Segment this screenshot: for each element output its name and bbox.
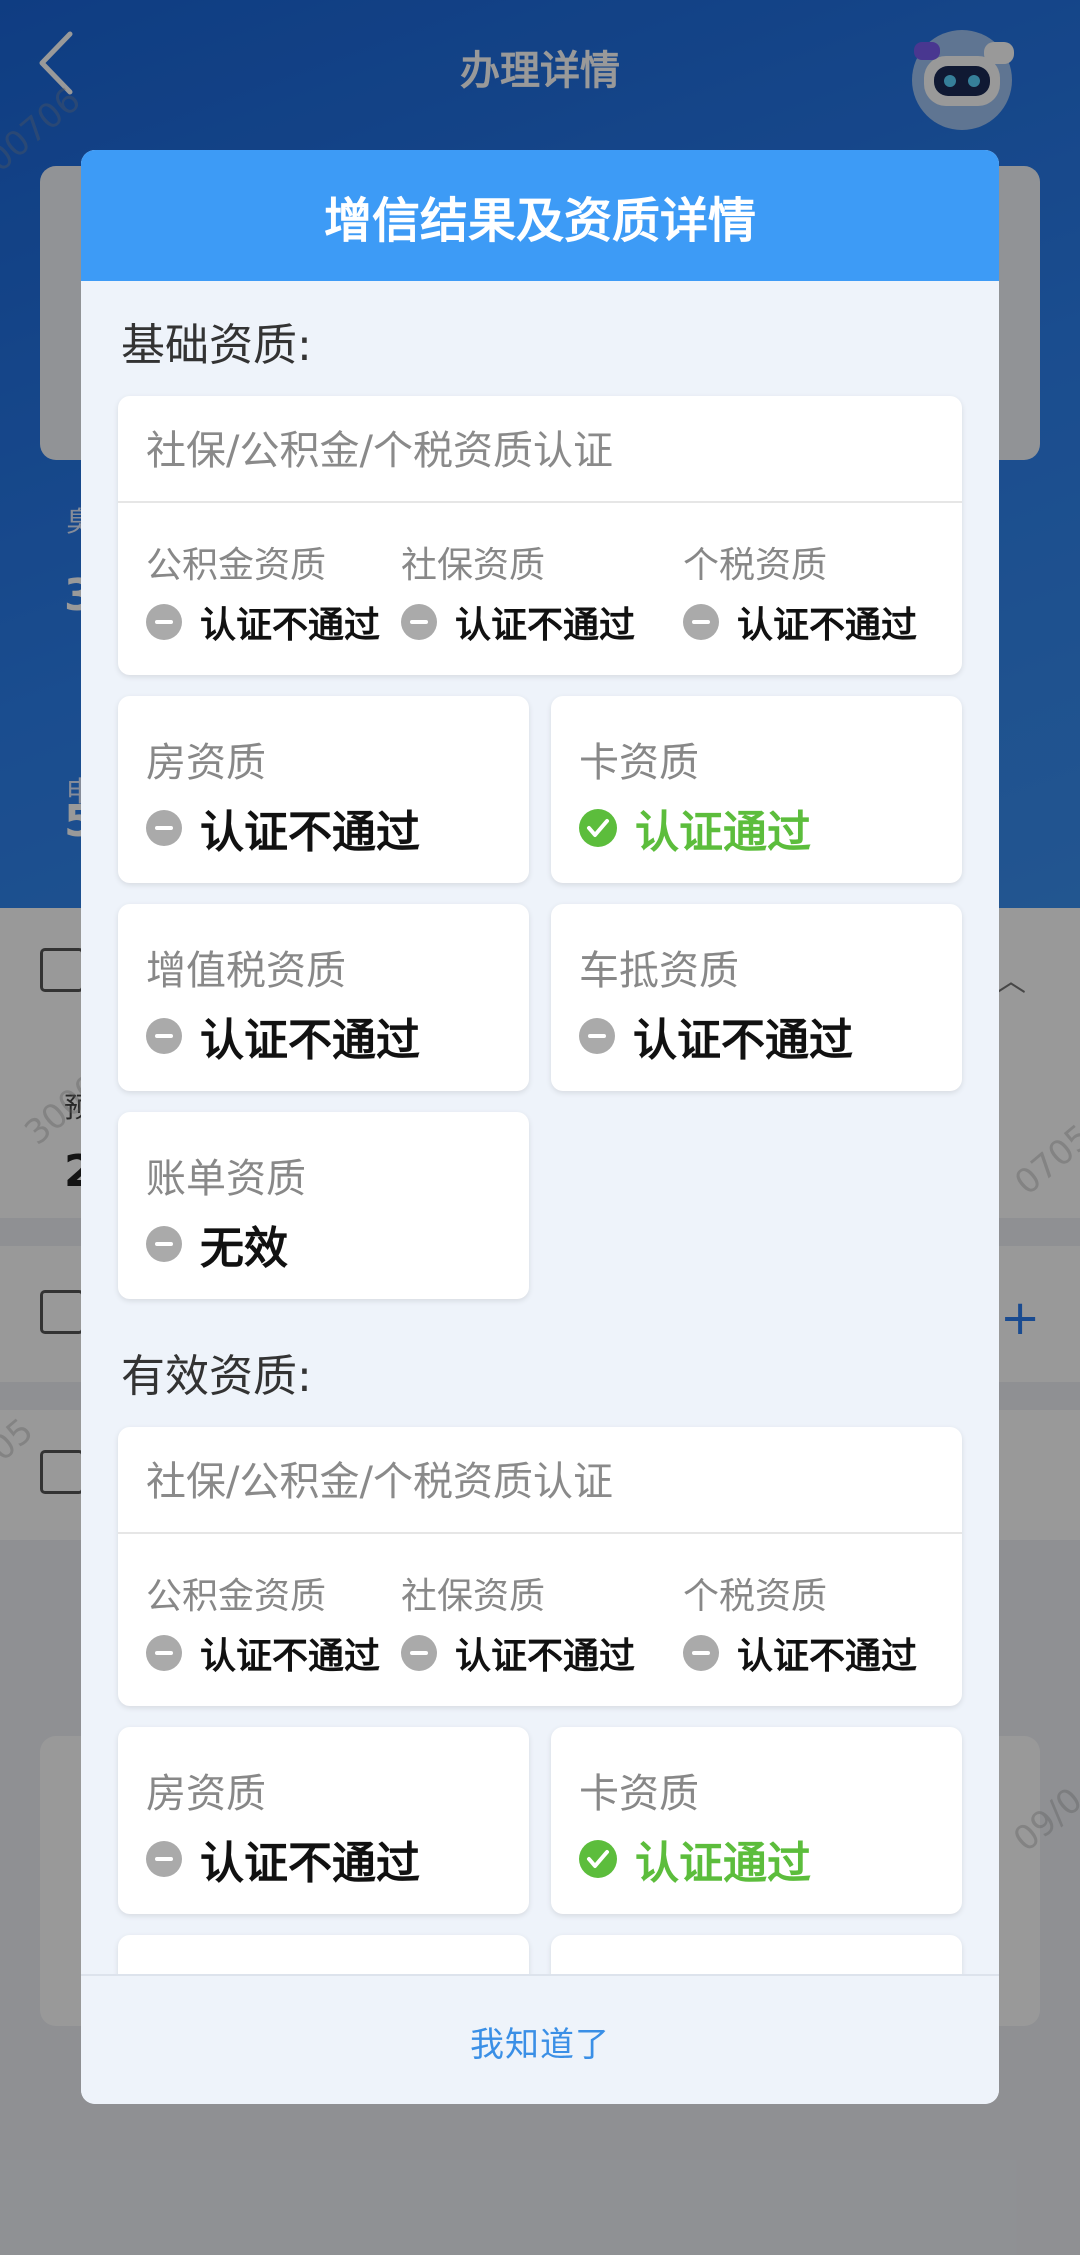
qualification-card-bill: 账单资质 无效 <box>118 1112 529 1299</box>
qualification-label: 房资质 <box>146 740 266 786</box>
qualification-label: 个税资质 <box>683 1576 828 1617</box>
confirm-button[interactable]: 我知道了 <box>470 2017 610 2066</box>
qualification-card-house: 房资质 认证不通过 <box>118 696 529 883</box>
qualification-card-car: 车抵资质 认证不通过 <box>551 904 962 1091</box>
minus-circle-icon <box>146 1635 182 1671</box>
qualification-status: 认证不通过 <box>683 596 917 648</box>
qualification-status: 认证不通过 <box>401 596 635 648</box>
qualification-status: 认证通过 <box>579 1827 811 1891</box>
check-circle-icon <box>579 1840 617 1878</box>
qualification-label: 社保资质 <box>401 545 546 586</box>
qualification-card-house: 房资质 认证不通过 <box>118 1727 529 1914</box>
qualification-status: 无效 <box>146 1212 288 1276</box>
qualification-label: 社保资质 <box>401 1576 546 1617</box>
qualification-status: 认证不通过 <box>146 1627 380 1679</box>
qualification-card-card: 卡资质 认证通过 <box>551 696 962 883</box>
qualification-label: 公积金资质 <box>146 545 327 586</box>
qualification-status: 认证不通过 <box>146 796 420 860</box>
minus-circle-icon <box>401 1635 437 1671</box>
dialog-title: 增信结果及资质详情 <box>81 150 999 281</box>
minus-circle-icon <box>146 1018 182 1054</box>
section-title-basic: 基础资质: <box>121 320 312 371</box>
minus-circle-icon <box>401 604 437 640</box>
qualification-label: 公积金资质 <box>146 1576 327 1617</box>
combined-qualification-card: 社保/公积金/个税资质认证 公积金资质 认证不通过 社保资质 认证不通过 个税资… <box>118 396 962 675</box>
minus-circle-icon <box>146 1841 182 1877</box>
divider <box>118 501 962 503</box>
minus-circle-icon <box>683 604 719 640</box>
qualification-status: 认证不通过 <box>579 1004 853 1068</box>
qualification-status: 认证不通过 <box>401 1627 635 1679</box>
dialog-footer: 我知道了 <box>81 1974 999 2104</box>
qualification-card-vat: 增值税资质 认证不通过 <box>118 904 529 1091</box>
qualification-label: 车抵资质 <box>579 948 739 994</box>
section-title-valid: 有效资质: <box>121 1351 312 1402</box>
minus-circle-icon <box>683 1635 719 1671</box>
minus-circle-icon <box>579 1018 615 1054</box>
qualification-label: 卡资质 <box>579 740 699 786</box>
qualification-dialog: 增信结果及资质详情 基础资质: 社保/公积金/个税资质认证 公积金资质 认证不通… <box>81 150 999 2104</box>
card-title: 社保/公积金/个税资质认证 <box>146 1459 613 1505</box>
card-title: 社保/公积金/个税资质认证 <box>146 428 613 474</box>
combined-qualification-card: 社保/公积金/个税资质认证 公积金资质 认证不通过 社保资质 认证不通过 个税资… <box>118 1427 962 1706</box>
check-circle-icon <box>579 809 617 847</box>
qualification-status: 认证不通过 <box>146 1004 420 1068</box>
qualification-status: 认证通过 <box>579 796 811 860</box>
minus-circle-icon <box>146 810 182 846</box>
qualification-label: 增值税资质 <box>146 948 346 994</box>
qualification-status: 认证不通过 <box>683 1627 917 1679</box>
qualification-label: 账单资质 <box>146 1156 306 1202</box>
qualification-status: 认证不通过 <box>146 596 380 648</box>
minus-circle-icon <box>146 604 182 640</box>
divider <box>118 1532 962 1534</box>
minus-circle-icon <box>146 1226 182 1262</box>
qualification-card-card: 卡资质 认证通过 <box>551 1727 962 1914</box>
qualification-label: 房资质 <box>146 1771 266 1817</box>
dialog-body[interactable]: 基础资质: 社保/公积金/个税资质认证 公积金资质 认证不通过 社保资质 认证不… <box>81 281 999 2104</box>
qualification-status: 认证不通过 <box>146 1827 420 1891</box>
qualification-label: 卡资质 <box>579 1771 699 1817</box>
qualification-label: 个税资质 <box>683 545 828 586</box>
